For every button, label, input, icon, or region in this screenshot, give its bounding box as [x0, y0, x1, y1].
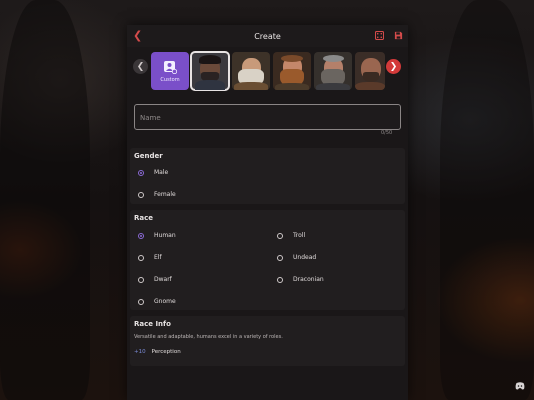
gender-option-label: Male [154, 169, 169, 176]
gender-section: Gender Male Female [130, 148, 405, 204]
race-option-undead[interactable]: Undead [277, 254, 316, 261]
portrait-5[interactable] [355, 52, 385, 90]
race-option-label: Undead [293, 254, 317, 261]
race-option-label: Elf [154, 254, 162, 261]
create-panel: ❮ Create ❮ Custom ❯ Name 0/50 Gender Mal… [127, 25, 408, 400]
dice-icon[interactable] [375, 31, 384, 40]
save-icon[interactable] [394, 31, 403, 40]
race-stat-value: +10 [134, 349, 146, 355]
race-option-elf[interactable]: Elf [138, 254, 162, 261]
radio-icon [277, 276, 283, 283]
race-stat-name: Perception [151, 349, 181, 355]
gender-option-label: Female [154, 191, 176, 198]
discord-icon[interactable] [515, 382, 525, 390]
gender-option-female[interactable]: Female [138, 191, 176, 198]
radio-icon [277, 232, 283, 239]
custom-portrait-button[interactable]: Custom [151, 52, 189, 90]
race-option-label: Gnome [154, 298, 176, 305]
race-option-draconian[interactable]: Draconian [277, 276, 324, 283]
portrait-carousel: ❮ Custom ❯ [127, 50, 408, 92]
race-option-label: Troll [293, 232, 306, 239]
race-option-dwarf[interactable]: Dwarf [138, 276, 172, 283]
radio-icon [138, 191, 144, 198]
portrait-1[interactable] [190, 51, 230, 91]
radio-icon [277, 254, 283, 261]
radio-icon [138, 254, 144, 261]
race-option-label: Human [154, 232, 176, 239]
page-title: Create [254, 31, 281, 41]
race-option-human[interactable]: Human [138, 232, 176, 239]
race-info-description: Versatile and adaptable, humans excel in… [134, 334, 283, 340]
radio-selected-icon [138, 169, 144, 176]
custom-image-icon [164, 60, 177, 74]
portrait-4[interactable] [314, 52, 352, 90]
name-char-counter: 0/50 [381, 130, 393, 136]
race-option-troll[interactable]: Troll [277, 232, 305, 239]
gender-title: Gender [134, 152, 163, 160]
carousel-next-button[interactable]: ❯ [386, 59, 401, 74]
back-arrow-icon[interactable]: ❮ [133, 29, 142, 42]
gender-option-male[interactable]: Male [138, 169, 168, 176]
name-input[interactable] [135, 106, 400, 130]
radio-icon [138, 298, 144, 305]
name-field[interactable] [134, 104, 401, 130]
custom-label: Custom [160, 76, 180, 83]
portrait-2[interactable] [232, 52, 270, 90]
race-section: Race Human Troll Elf Undead Dwarf Dracon… [130, 210, 405, 310]
carousel-prev-button[interactable]: ❮ [133, 59, 148, 74]
radio-icon [138, 276, 144, 283]
race-info-section: Race Info Versatile and adaptable, human… [130, 316, 405, 366]
radio-selected-icon [138, 232, 144, 239]
header-bar: ❮ Create [127, 25, 408, 47]
race-option-label: Dwarf [154, 276, 172, 283]
race-option-label: Draconian [293, 276, 324, 283]
race-option-gnome[interactable]: Gnome [138, 298, 176, 305]
race-stat-row: +10 Perception [134, 349, 181, 355]
race-info-title: Race Info [134, 320, 171, 328]
portrait-3[interactable] [273, 52, 311, 90]
race-title: Race [134, 214, 154, 222]
